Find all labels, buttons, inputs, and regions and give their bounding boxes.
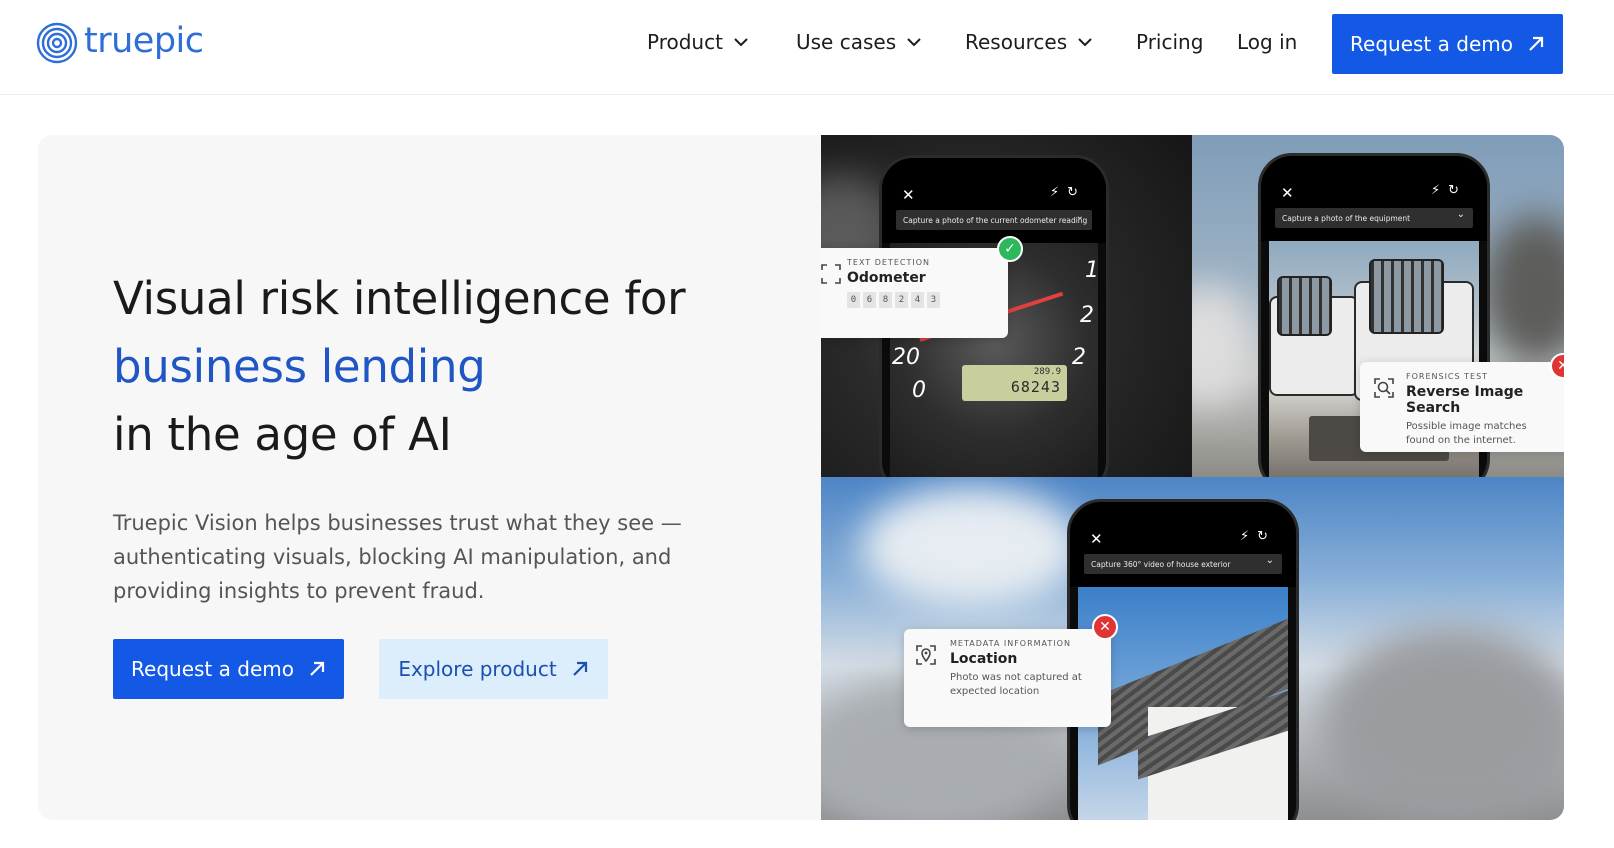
capture-prompt: Capture 360° video of house exterior [1084,554,1282,574]
flash-flip-icons: ⚡↻ [1239,529,1276,544]
reverse-image-search-card: FORENSICS TEST Reverse Image Search Poss… [1360,362,1564,452]
nav-use-cases[interactable]: Use cases [796,30,922,54]
card-description: Photo was not captured at expected locat… [950,672,1082,697]
arrow-up-right-icon [572,661,587,676]
nav-resources[interactable]: Resources [965,30,1093,54]
scan-text-icon [821,264,841,284]
background-blur [1321,627,1564,820]
chevron-down-icon [734,38,748,47]
hero-section: Visual risk intelligence for business le… [38,135,1564,820]
flash-flip-icons: ⚡↻ [1430,183,1467,198]
text-detection-card: TEXT DETECTION Odometer 0 6 8 2 4 3 [821,248,1008,338]
camera-toolbar: ✕ ⚡↻ Capture 360° video of house exterio… [1070,502,1296,587]
background-blur [1192,285,1252,405]
odometer-reading: 68243 [1010,378,1061,396]
hero-request-demo-label: Request a demo [131,657,294,681]
digit: 2 [895,292,908,308]
chevron-down-icon [907,38,921,47]
digit: 4 [911,292,924,308]
trip-reading: 289.9 [1033,367,1061,377]
nav-pricing[interactable]: Pricing [1136,30,1203,54]
close-icon: ✕ [1281,184,1294,202]
hero-request-demo-button[interactable]: Request a demo [113,639,344,699]
skid-steer-cab [1369,259,1444,334]
house-panel: ✕ ⚡↻ Capture 360° video of house exterio… [821,477,1564,820]
nav-login[interactable]: Log in [1237,30,1297,54]
image-search-icon [1374,378,1394,398]
detected-digits: 0 6 8 2 4 3 [847,292,994,308]
nav-login-label: Log in [1237,30,1298,54]
background-blur [861,487,1081,607]
headline-accent: business lending [113,340,486,393]
nav-resources-label: Resources [965,30,1068,54]
digit: 8 [879,292,892,308]
truepic-logo-icon [36,22,78,64]
flash-flip-icons: ⚡↻ [1049,185,1086,200]
hero-image-collage: ✕ ⚡↻ Capture a photo of the current odom… [821,135,1564,820]
nav-pricing-label: Pricing [1136,30,1204,54]
truepic-logo[interactable]: truepic [36,22,204,64]
equipment-panel: ✕ ⚡↻ Capture a photo of the equipment FO… [1192,135,1564,477]
card-kicker: TEXT DETECTION [847,258,930,267]
digit: 0 [847,292,860,308]
hero-subtext: Truepic Vision helps businesses trust wh… [113,511,682,603]
camera-toolbar: ✕ ⚡↻ Capture a photo of the equipment [1261,156,1487,241]
odometer-panel: ✕ ⚡↻ Capture a photo of the current odom… [821,135,1192,477]
nav-use-cases-label: Use cases [796,30,897,54]
gauge-label: 2 [1072,345,1086,370]
header-request-demo-label: Request a demo [1350,32,1513,56]
card-title: Odometer [847,270,926,286]
headline-line-3: in the age of AI [113,408,452,461]
skid-steer-cab [1277,276,1332,336]
close-icon: ✕ [1090,530,1103,548]
site-header: truepic Product Use cases Resources Pric… [0,0,1614,95]
odometer-display: 289.9 68243 [962,365,1067,401]
check-icon: ✓ [997,236,1023,262]
card-kicker: FORENSICS TEST [1406,372,1489,381]
chevron-down-icon [1078,38,1092,47]
digit: 6 [863,292,876,308]
nav-product-label: Product [647,30,723,54]
location-pin-icon [916,645,936,665]
arrow-up-right-icon [310,661,325,676]
hero-headline: Visual risk intelligence for business le… [113,265,686,469]
gauge-label: 0 [912,378,926,403]
location-metadata-card: METADATA INFORMATION Location Photo was … [904,629,1111,727]
capture-prompt: Capture a photo of the current odometer … [896,210,1092,230]
error-x-icon: ✕ [1092,614,1118,640]
card-description: Possible image matches found on the inte… [1406,421,1527,446]
gauge-label: 20 [892,345,920,370]
camera-toolbar: ✕ ⚡↻ Capture a photo of the current odom… [882,158,1106,243]
headline-line-1: Visual risk intelligence for [113,272,686,325]
brand-name: truepic [84,20,204,61]
close-icon: ✕ [902,186,915,204]
gauge-label: 2 [1080,303,1094,328]
header-request-demo-button[interactable]: Request a demo [1332,14,1563,74]
card-title: Location [950,651,1018,667]
card-title: Reverse Image Search [1406,384,1524,416]
card-kicker: METADATA INFORMATION [950,639,1071,648]
arrow-up-right-icon [1529,36,1544,51]
gauge-label: 1 [1085,258,1098,283]
explore-product-label: Explore product [398,657,557,681]
background-blur [1482,215,1564,365]
explore-product-button[interactable]: Explore product [379,639,608,699]
digit: 3 [927,292,940,308]
capture-prompt: Capture a photo of the equipment [1275,208,1473,228]
nav-product[interactable]: Product [647,30,749,54]
